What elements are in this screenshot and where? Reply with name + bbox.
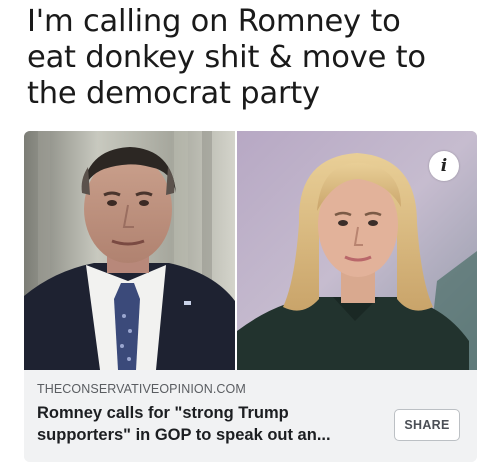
link-title[interactable]: Romney calls for "strong Trump supporters… <box>37 402 379 446</box>
link-thumbnail[interactable]: i <box>24 131 477 370</box>
man-portrait-image <box>24 131 235 370</box>
link-meta[interactable]: THECONSERVATIVEOPINION.COM Romney calls … <box>24 370 477 462</box>
share-button[interactable]: SHARE <box>394 409 460 441</box>
link-title-line: supporters" in GOP to speak out an... <box>37 426 331 444</box>
thumbnail-left-panel <box>24 131 235 370</box>
post-text-line: the democrat party <box>27 76 320 111</box>
link-preview-card[interactable]: i THECONSERVATIVEOPINION.COM Romney call… <box>24 131 477 462</box>
post-text-line: I'm calling on Romney to <box>27 4 401 39</box>
post-text: I'm calling on Romney to eat donkey shit … <box>27 4 487 112</box>
link-title-line: Romney calls for "strong Trump <box>37 404 289 422</box>
post-text-line: eat donkey shit & move to <box>27 40 426 75</box>
info-icon[interactable]: i <box>429 151 459 181</box>
link-domain: THECONSERVATIVEOPINION.COM <box>37 382 246 396</box>
